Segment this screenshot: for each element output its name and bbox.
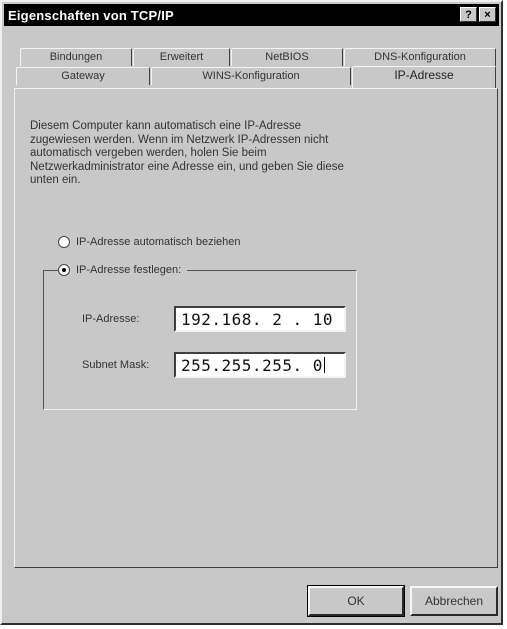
description-line: unten ein. — [30, 174, 81, 186]
tab-dns-konfiguration[interactable]: DNS-Konfiguration — [344, 48, 496, 66]
ip-address-field[interactable]: 192.168. 2 . 10 — [174, 306, 346, 332]
tab-bindungen[interactable]: Bindungen — [20, 48, 132, 66]
help-button[interactable]: ? — [460, 7, 477, 22]
ok-button[interactable]: OK — [307, 585, 405, 617]
description-line: zugewiesen werden. Wenn im Netzwerk IP-A… — [30, 133, 329, 146]
subnet-mask-label: Subnet Mask: — [82, 359, 150, 371]
ip-address-value: 192.168. 2 . 10 — [181, 309, 333, 329]
description-line: automatisch vergeben werden, holen Sie b… — [30, 147, 267, 159]
manual-ip-groupbox — [43, 270, 357, 410]
description-line: Netzwerkadministrator eine Adresse ein, … — [30, 160, 344, 173]
close-button[interactable]: × — [479, 7, 496, 22]
radio-manual-ip-label: IP-Adresse festlegen: — [76, 264, 182, 276]
ip-address-label: IP-Adresse: — [82, 313, 140, 325]
text-caret — [323, 357, 325, 373]
tab-ip-adresse[interactable]: IP-Adresse — [352, 66, 496, 88]
ip-address-row: IP-Adresse: 192.168. 2 . 10 — [82, 306, 346, 332]
radio-button[interactable] — [58, 236, 70, 248]
subnet-mask-value: 255.255.255. 0 — [181, 355, 323, 375]
radio-manual-ip[interactable]: IP-Adresse festlegen: — [58, 264, 188, 276]
cancel-button[interactable]: Abbrechen — [410, 586, 498, 616]
tab-gateway[interactable]: Gateway — [16, 67, 150, 85]
description-text: Diesem Computer kann automatisch eine IP… — [30, 120, 440, 188]
description-line: Diesem Computer kann automatisch eine IP… — [30, 120, 302, 132]
radio-auto-ip[interactable]: IP-Adresse automatisch beziehen — [58, 236, 240, 248]
subnet-mask-row: Subnet Mask: 255.255.255. 0 — [82, 352, 346, 378]
tab-netbios[interactable]: NetBIOS — [231, 48, 343, 66]
tab-wins-konfiguration[interactable]: WINS-Konfiguration — [151, 67, 351, 85]
title-bar[interactable]: Eigenschaften von TCP/IP ? × — [4, 4, 499, 26]
window-title: Eigenschaften von TCP/IP — [8, 7, 174, 23]
tab-erweitert[interactable]: Erweitert — [133, 48, 230, 66]
radio-auto-ip-label: IP-Adresse automatisch beziehen — [76, 236, 241, 248]
radio-button-checked[interactable] — [58, 264, 70, 276]
subnet-mask-field[interactable]: 255.255.255. 0 — [174, 352, 346, 378]
